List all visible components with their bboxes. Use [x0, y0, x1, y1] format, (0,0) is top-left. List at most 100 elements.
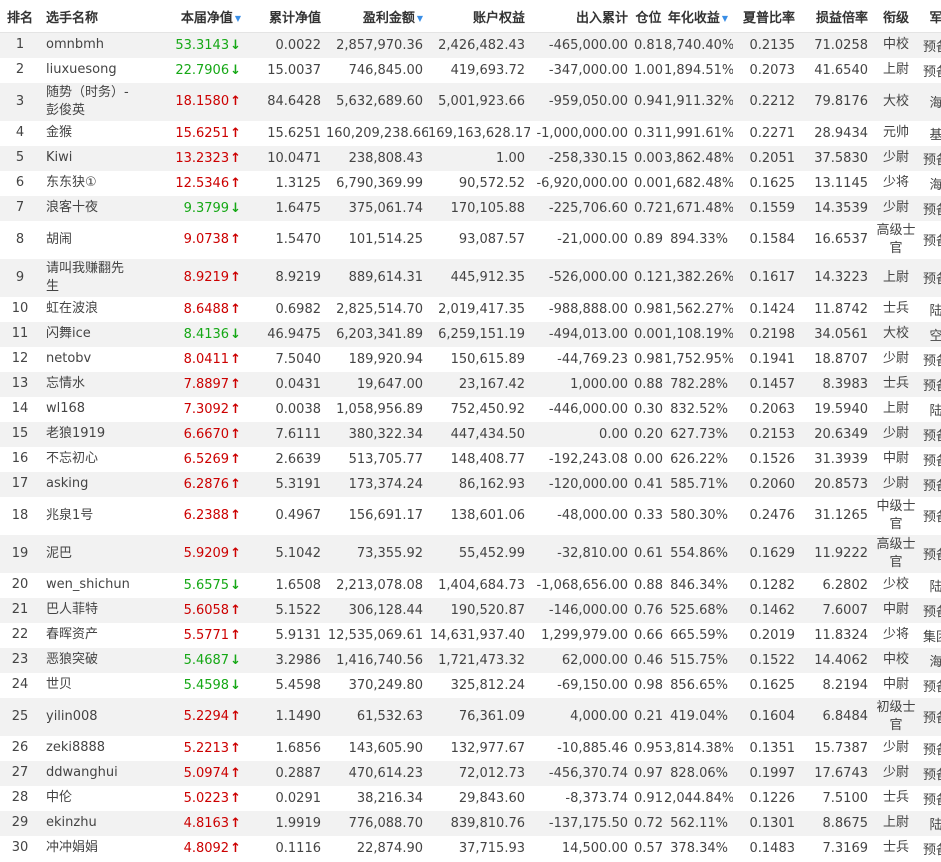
profit-loss-ratio: 14.3223	[800, 258, 873, 297]
player-name[interactable]: 随势（时务）-彭俊英	[40, 82, 135, 121]
player-name[interactable]: 冲冲娟娟	[40, 835, 135, 861]
nav-number: 5.0223	[183, 790, 230, 806]
player-name[interactable]: ekinzhu	[40, 810, 135, 836]
player-name[interactable]: 忘情水	[40, 371, 135, 397]
header-nav-sortable[interactable]: 本届净值 ▼	[135, 0, 246, 33]
table-row[interactable]: 19 泥巴 5.9209↑ 5.1042 73,355.92 55,452.99 -32,8…	[0, 534, 941, 573]
player-name[interactable]: 泥巴	[40, 534, 135, 573]
header-annual-sortable[interactable]: 年化收益 ▼	[664, 0, 733, 33]
arrow-up-icon: ↑	[230, 401, 241, 417]
player-name[interactable]: 虹在波浪	[40, 296, 135, 322]
table-row[interactable]: 3 随势（时务）-彭俊英 18.1580↑ 84.6428 5,632,689.60 5,…	[0, 82, 941, 121]
rank-grade: 少尉	[873, 421, 919, 447]
table-row[interactable]: 1 omnbmh 53.3143↓ 0.0022 2,857,970.36 2,426,4…	[0, 32, 941, 58]
table-row[interactable]: 16 不忘初心 6.5269↑ 2.6639 513,705.77 148,408.77-…	[0, 446, 941, 472]
player-name[interactable]: 老狼1919	[40, 421, 135, 447]
military-branch: 预备役	[919, 735, 941, 761]
table-row[interactable]: 10 虹在波浪 8.6488↑ 0.6982 2,825,514.70 2,019,417…	[0, 296, 941, 322]
player-name[interactable]: 春晖资产	[40, 622, 135, 648]
table-row[interactable]: 15 老狼1919 6.6670↑ 7.6111 380,322.34 447,434.5…	[0, 421, 941, 447]
table-row[interactable]: 11 闪舞ice 8.4136↓ 46.9475 6,203,341.89 6,259,1…	[0, 321, 941, 347]
player-name[interactable]: Kiwi	[40, 145, 135, 171]
player-name[interactable]: 不忘初心	[40, 446, 135, 472]
military-branch: 预备役	[919, 57, 941, 83]
rank-grade: 中级士官	[873, 496, 919, 535]
sharpe-ratio: 0.1559	[733, 195, 800, 221]
position-ratio: 0.41	[633, 471, 664, 497]
player-name[interactable]: omnbmh	[40, 32, 135, 58]
player-name[interactable]: 请叫我赚翻先生	[40, 258, 135, 297]
rank-grade: 高级士官	[873, 220, 919, 259]
nav-value: 5.5771↑	[135, 622, 246, 648]
table-row[interactable]: 14 wl168 7.3092↑ 0.0038 1,058,956.89 752,450.…	[0, 396, 941, 422]
player-name[interactable]: 浪客十夜	[40, 195, 135, 221]
table-row[interactable]: 27 ddwanghui 5.0974↑ 0.2887 470,614.23 72,012…	[0, 760, 941, 786]
table-row[interactable]: 21 巴人菲特 5.6058↑ 5.1522 306,128.44 190,520.87-…	[0, 597, 941, 623]
table-row[interactable]: 22 春晖资产 5.5771↑ 5.9131 12,535,069.61 14,631,9…	[0, 622, 941, 648]
military-branch: 海军	[919, 170, 941, 196]
player-name[interactable]: 巴人菲特	[40, 597, 135, 623]
table-row[interactable]: 13 忘情水 7.8897↑ 0.0431 19,647.00 23,167.42 1,00…	[0, 371, 941, 397]
player-name[interactable]: 东东㹟①	[40, 170, 135, 196]
player-name[interactable]: asking	[40, 471, 135, 497]
arrow-down-icon: ↓	[230, 652, 241, 668]
table-row[interactable]: 7 浪客十夜 9.3799↓ 1.6475 375,061.74 170,105.88 -2…	[0, 195, 941, 221]
account-equity: 419,693.72	[428, 57, 530, 83]
sharpe-ratio: 0.1625	[733, 170, 800, 196]
player-name[interactable]: 中伦	[40, 785, 135, 811]
player-name[interactable]: yilin008	[40, 697, 135, 736]
nav-value: 5.6058↑	[135, 597, 246, 623]
sharpe-ratio: 0.2135	[733, 32, 800, 58]
annual-return: 1,562.27%	[664, 296, 733, 322]
table-row[interactable]: 25 yilin008 5.2294↑ 1.1490 61,532.63 76,361.0…	[0, 697, 941, 736]
table-row[interactable]: 24 世贝 5.4598↓ 5.4598 370,249.80 325,812.24 -69…	[0, 672, 941, 698]
profit-loss-ratio: 8.3983	[800, 371, 873, 397]
profit-loss-ratio: 34.0561	[800, 321, 873, 347]
table-row[interactable]: 29 ekinzhu 4.8163↑ 1.9919 776,088.70 839,810.…	[0, 810, 941, 836]
profit-loss-ratio: 8.2194	[800, 672, 873, 698]
table-row[interactable]: 12 netobv 8.0411↑ 7.5040 189,920.94 150,615.8…	[0, 346, 941, 372]
inout-total: 14,500.00	[530, 835, 633, 861]
annual-return: 585.71%	[664, 471, 733, 497]
rank-cell: 2	[0, 57, 40, 83]
player-name[interactable]: 胡闹	[40, 220, 135, 259]
rank-cell: 22	[0, 622, 40, 648]
table-row[interactable]: 18 兆泉1号 6.2388↑ 0.4967 156,691.17 138,601.06-…	[0, 496, 941, 535]
player-name[interactable]: 金猴	[40, 120, 135, 146]
table-row[interactable]: 17 asking 6.2876↑ 5.3191 173,374.24 86,162.93…	[0, 471, 941, 497]
player-name[interactable]: 恶狼突破	[40, 647, 135, 673]
player-name[interactable]: zeki8888	[40, 735, 135, 761]
player-name[interactable]: liuxuesong	[40, 57, 135, 83]
account-equity: 1,721,473.32	[428, 647, 530, 673]
player-name[interactable]: wl168	[40, 396, 135, 422]
table-row[interactable]: 5 Kiwi 13.2323↑ 10.0471 238,808.43 1.00 -258,3…	[0, 145, 941, 171]
table-row[interactable]: 9 请叫我赚翻先生 8.9219↑ 8.9219 889,614.31 445,912.3…	[0, 258, 941, 297]
table-row[interactable]: 6 东东㹟① 12.5346↑ 1.3125 6,790,369.99 90,572.52…	[0, 170, 941, 196]
nav-value: 15.6251↑	[135, 120, 246, 146]
table-row[interactable]: 2 liuxuesong 22.7906↓ 15.0037 746,845.00 419,…	[0, 57, 941, 83]
player-name[interactable]: wen_shichun	[40, 572, 135, 598]
nav-number: 7.3092	[183, 401, 230, 417]
table-row[interactable]: 20 wen_shichun 5.6575↓ 1.6508 2,213,078.08 1,…	[0, 572, 941, 598]
annual-return: 626.22%	[664, 446, 733, 472]
sort-desc-icon: ▼	[234, 13, 241, 23]
table-row[interactable]: 28 中伦 5.0223↑ 0.0291 38,216.34 29,843.60 -8,37…	[0, 785, 941, 811]
player-name[interactable]: netobv	[40, 346, 135, 372]
table-row[interactable]: 4 金猴 15.6251↑ 15.6251 160,209,238.66 169,163,…	[0, 120, 941, 146]
player-name[interactable]: 兆泉1号	[40, 496, 135, 535]
player-name[interactable]: ddwanghui	[40, 760, 135, 786]
rank-grade: 少将	[873, 622, 919, 648]
table-row[interactable]: 8 胡闹 9.0738↑ 1.5470 101,514.25 93,087.57 -21,0…	[0, 220, 941, 259]
arrow-down-icon: ↓	[230, 62, 241, 78]
table-row[interactable]: 26 zeki8888 5.2213↑ 1.6856 143,605.90 132,977…	[0, 735, 941, 761]
position-ratio: 0.91	[633, 785, 664, 811]
player-name[interactable]: 闪舞ice	[40, 321, 135, 347]
table-row[interactable]: 30 冲冲娟娟 4.8092↑ 0.1116 22,874.90 37,715.93 14,…	[0, 835, 941, 861]
nav-number: 5.6575	[183, 577, 230, 593]
rank-cell: 12	[0, 346, 40, 372]
player-name[interactable]: 世贝	[40, 672, 135, 698]
header-profit-sortable[interactable]: 盈利金额 ▼	[326, 0, 428, 33]
profit-amount: 470,614.23	[326, 760, 428, 786]
annual-return: 828.06%	[664, 760, 733, 786]
table-row[interactable]: 23 恶狼突破 5.4687↓ 3.2986 1,416,740.56 1,721,473…	[0, 647, 941, 673]
